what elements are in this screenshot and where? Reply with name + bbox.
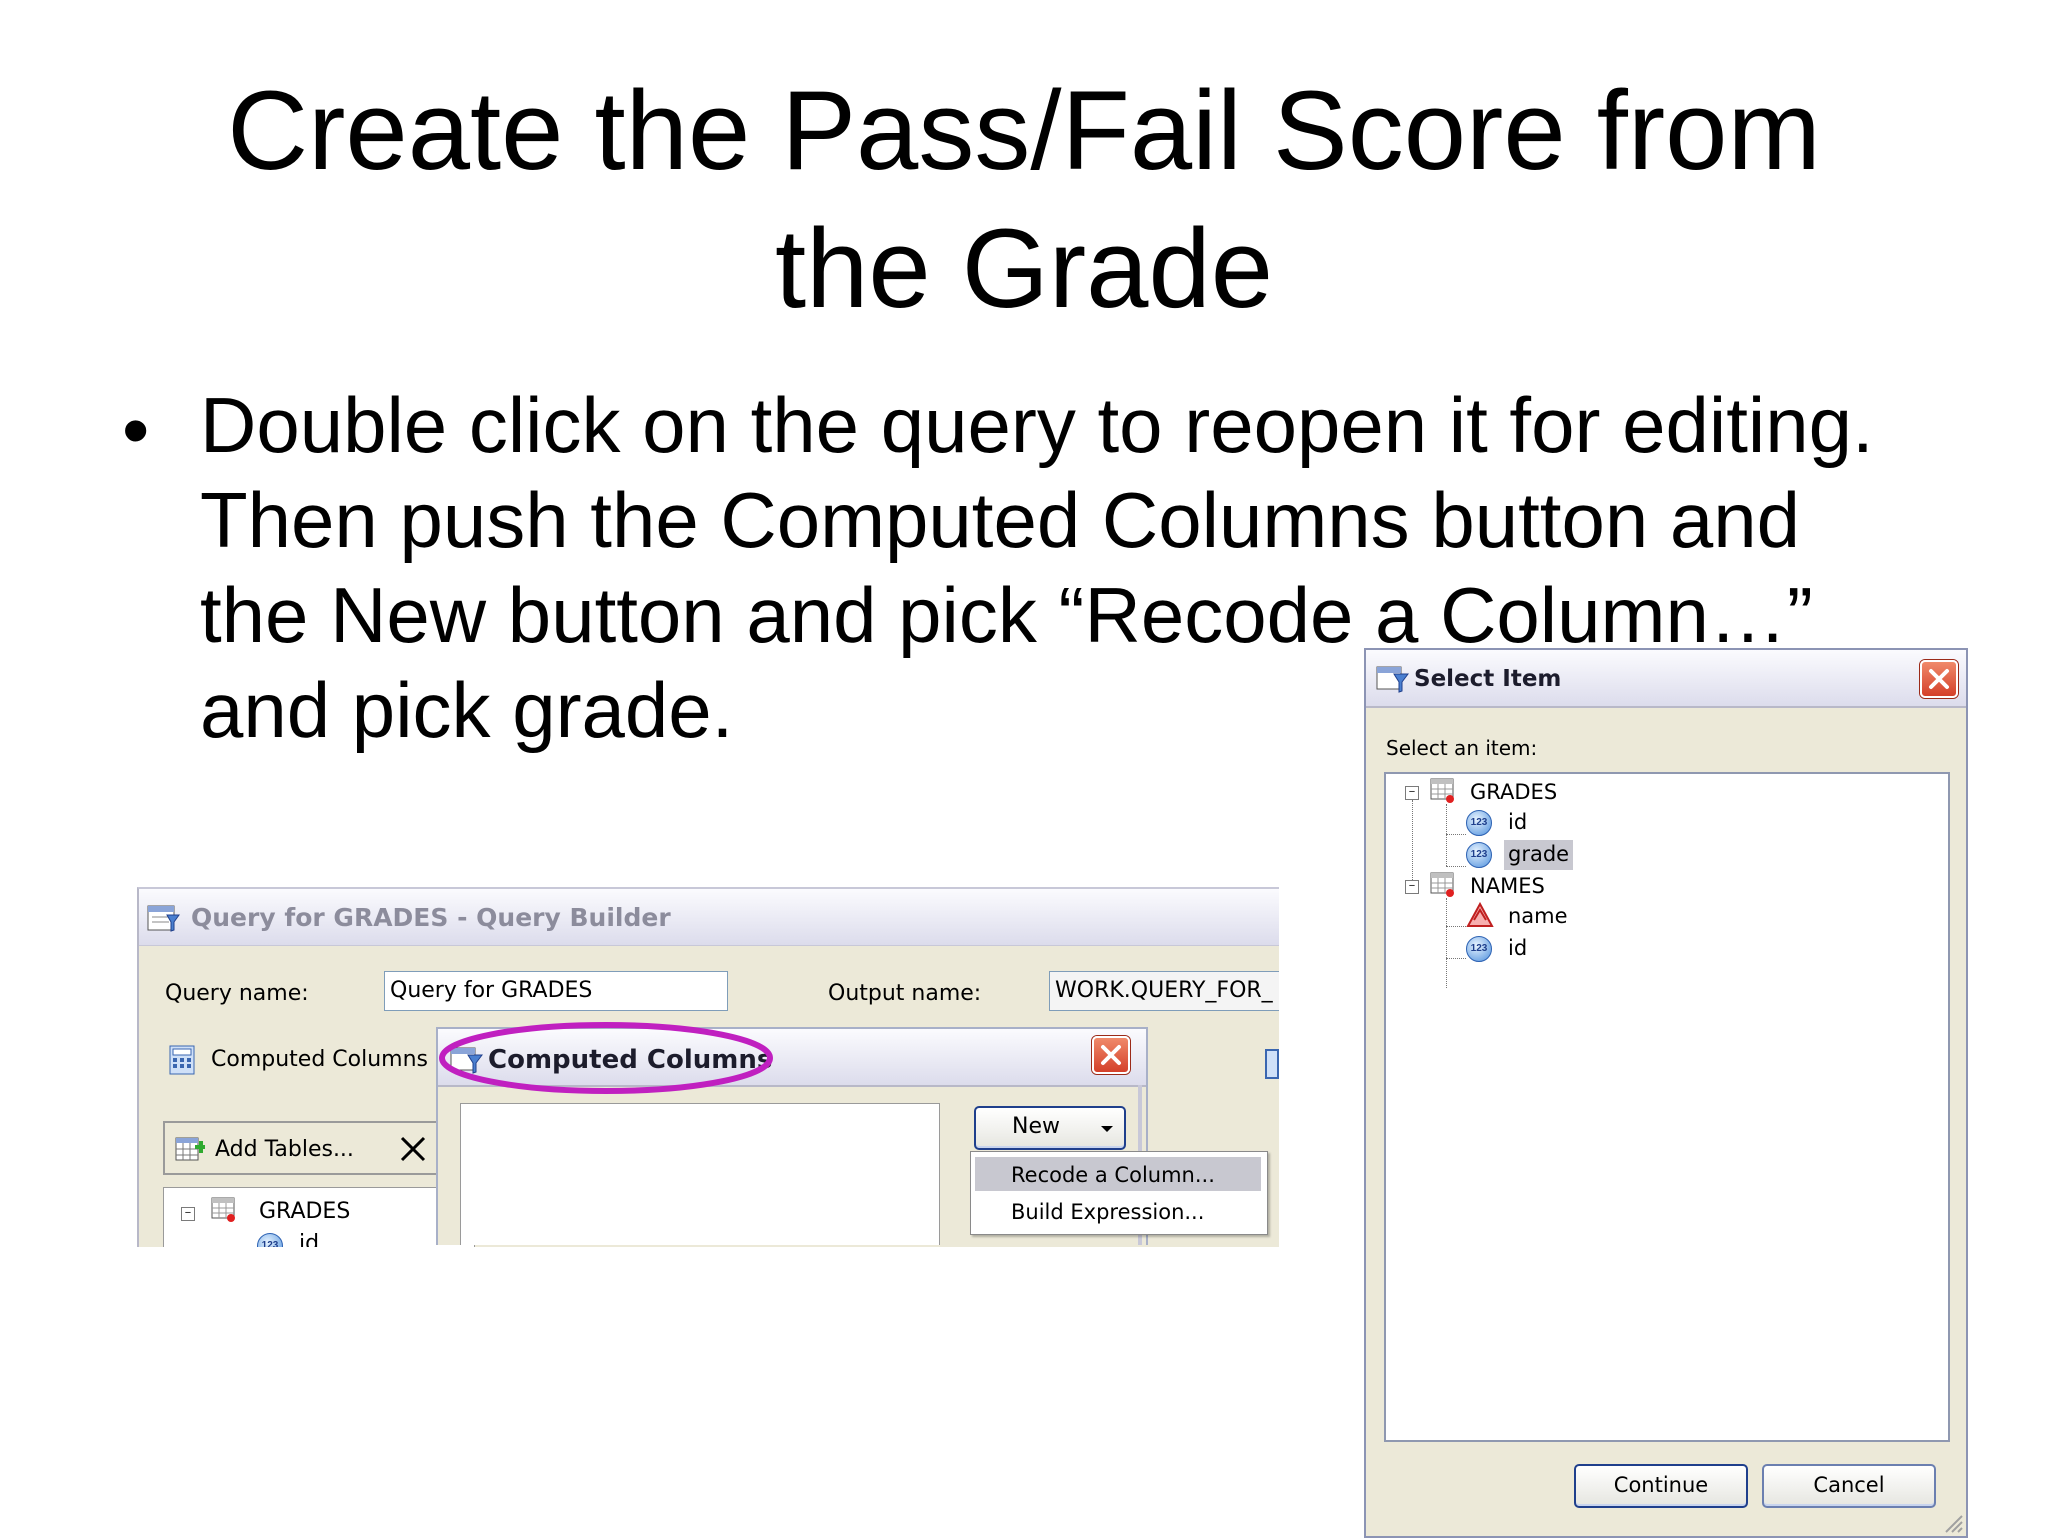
tree-expand-toggle[interactable]: −	[181, 1207, 195, 1221]
menu-item-recode-column-label: Recode a Column...	[1011, 1163, 1215, 1187]
new-button-label: New	[1012, 1114, 1060, 1139]
computed-columns-icon	[169, 1045, 195, 1075]
add-tables-button[interactable]: Add Tables...	[215, 1137, 354, 1162]
highlight-ellipse	[439, 1022, 773, 1094]
table-icon	[211, 1197, 235, 1222]
tree-item-id[interactable]: id	[299, 1231, 319, 1247]
menu-item-recode-column[interactable]: Recode a Column...	[975, 1157, 1261, 1191]
numeric-column-icon: 123	[1466, 936, 1492, 962]
tree-guide-line	[1446, 958, 1466, 959]
slide-title-line-2: the Grade	[774, 206, 1274, 331]
new-button[interactable]: New	[974, 1106, 1126, 1150]
bullet-line-1: Double click on the query to reopen it f…	[200, 381, 1874, 469]
tree-item-grade-label: grade	[1508, 842, 1570, 866]
tree-guide-line	[1446, 834, 1466, 835]
query-window-icon	[147, 905, 180, 932]
tree-item-name[interactable]: name	[1508, 904, 1568, 928]
tree-expand-toggle[interactable]: −	[1405, 880, 1419, 894]
menu-item-build-expression-label: Build Expression...	[1011, 1200, 1205, 1224]
select-item-tree-panel: − GRADES 123 id 123 grade − NAMES name 1…	[1384, 772, 1950, 1442]
menu-item-build-expression[interactable]: Build Expression...	[975, 1194, 1261, 1228]
select-item-prompt: Select an item:	[1386, 736, 1538, 760]
tree-item-id-2[interactable]: id	[1508, 936, 1527, 960]
select-item-dialog: Select Item Select an item: − GRADES 123…	[1364, 648, 1968, 1538]
query-name-label: Query name:	[165, 981, 309, 1006]
query-window-icon	[1376, 666, 1409, 693]
cancel-button-label: Cancel	[1813, 1473, 1885, 1497]
select-item-title: Select Item	[1414, 666, 1562, 692]
tree-item-grades[interactable]: GRADES	[259, 1199, 350, 1224]
slide-title: Create the Pass/Fail Score from the Grad…	[0, 62, 2048, 338]
tree-item-id[interactable]: id	[1508, 810, 1527, 834]
table-icon	[1430, 778, 1454, 803]
tree-guide-line	[1412, 800, 1413, 892]
slide-title-line-1: Create the Pass/Fail Score from	[227, 68, 1821, 193]
computed-columns-button[interactable]: Computed Columns	[211, 1047, 428, 1072]
close-icon	[1101, 1045, 1121, 1065]
output-name-label: Output name:	[828, 981, 982, 1006]
toolbar-edge-icon	[1265, 1049, 1279, 1079]
new-dropdown-menu: Recode a Column... Build Expression...	[970, 1151, 1268, 1235]
continue-button[interactable]: Continue	[1574, 1464, 1748, 1508]
query-builder-title: Query for GRADES - Query Builder	[191, 903, 671, 932]
computed-columns-list[interactable]	[460, 1103, 940, 1245]
tree-guide-line	[1446, 926, 1466, 927]
delete-x-icon[interactable]	[399, 1135, 427, 1163]
tree-item-names[interactable]: NAMES	[1470, 874, 1545, 898]
query-builder-titlebar[interactable]: Query for GRADES - Query Builder	[139, 889, 1279, 946]
add-table-icon	[175, 1137, 205, 1161]
bullet-line-2: Then push the Computed Columns button an…	[200, 476, 1801, 564]
bullet-marker: •	[122, 386, 150, 474]
tree-item-grades[interactable]: GRADES	[1470, 780, 1557, 804]
output-name-value: WORK.QUERY_FOR_	[1055, 978, 1273, 1003]
computed-columns-close-button[interactable]	[1092, 1036, 1130, 1074]
query-name-value: Query for GRADES	[390, 978, 593, 1003]
output-name-input[interactable]: WORK.QUERY_FOR_	[1049, 971, 1279, 1011]
character-column-icon	[1466, 902, 1494, 927]
cancel-button[interactable]: Cancel	[1762, 1464, 1936, 1508]
tree-guide-line	[1446, 898, 1447, 988]
select-item-close-button[interactable]	[1920, 660, 1958, 698]
close-icon	[1929, 669, 1949, 689]
tree-expand-toggle[interactable]: −	[1405, 786, 1419, 800]
tree-item-grade[interactable]: grade	[1504, 840, 1574, 870]
tree-guide-line	[1446, 866, 1466, 867]
query-name-input[interactable]: Query for GRADES	[384, 971, 728, 1011]
tree-guide-line	[1446, 804, 1447, 866]
continue-button-label: Continue	[1613, 1473, 1709, 1497]
table-icon	[1430, 872, 1454, 897]
numeric-column-icon: 123	[1466, 842, 1492, 868]
resize-grip-icon[interactable]	[1940, 1510, 1964, 1534]
chevron-down-icon	[1101, 1126, 1113, 1132]
numeric-column-icon: 123	[1466, 810, 1492, 836]
